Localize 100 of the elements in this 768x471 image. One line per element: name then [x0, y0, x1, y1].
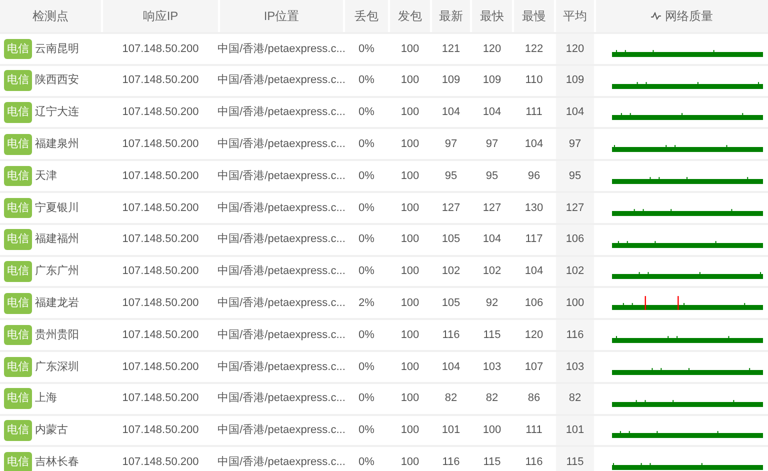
table-cell-text: 127 — [442, 200, 460, 216]
isp-badge: 电信 — [4, 420, 32, 441]
table-cell-text: 82 — [568, 391, 582, 406]
table-cell-text: 104 — [566, 105, 584, 120]
table-cell-text: 103 — [482, 360, 502, 375]
table-cell-text: 82 — [444, 391, 458, 406]
isp-badge: 电信 — [4, 102, 32, 123]
table-cell-text: 中国/香港/petaexpress.c... — [218, 136, 346, 152]
table-cell-text: 107.148.50.200 — [122, 264, 199, 280]
table-cell-text: 100 — [400, 137, 420, 152]
table-cell-text: 中国/香港/petaexpress.c... — [218, 72, 346, 88]
table-cell-text: 100 — [400, 455, 420, 470]
isp-badge: 电信 — [4, 134, 32, 155]
table-cell-text: 0% — [358, 328, 374, 343]
table-cell-text: 104 — [442, 105, 460, 120]
table-cell-text: 104 — [442, 360, 460, 375]
location-text: 福建龙岩 — [35, 296, 79, 312]
table-cell-text: 107.148.50.200 — [122, 232, 199, 248]
isp-badge: 电信 — [4, 38, 32, 60]
table-cell-text: 100 — [400, 73, 420, 88]
table-cell-text: 104 — [482, 232, 502, 248]
table-cell-text: 111 — [526, 105, 542, 120]
location-text: 宁夏银川 — [35, 200, 79, 216]
table-cell-text: 122 — [524, 42, 544, 57]
table-cell-text: 107.148.50.200 — [122, 73, 199, 88]
table-cell-text: 107.148.50.200 — [122, 105, 199, 120]
table-cell-text: 0% — [358, 105, 374, 120]
table-cell-text: 95 — [568, 168, 582, 184]
table-cell-text: 107 — [524, 360, 544, 375]
table-cell-text: 107.148.50.200 — [122, 42, 199, 57]
location-text: 福建泉州 — [35, 137, 79, 152]
table-cell-text: 0% — [358, 264, 374, 280]
table-cell-text: 120 — [524, 328, 544, 343]
table-cell-text: 中国/香港/petaexpress.c... — [218, 422, 346, 438]
isp-badge: 电信 — [4, 388, 32, 409]
table-cell-text: 106 — [566, 232, 584, 248]
table-cell-text: 116 — [442, 455, 460, 470]
isp-badge: 电信 — [4, 356, 32, 378]
table-cell-text: 中国/香港/petaexpress.c... — [218, 296, 346, 312]
table-cell-text: 104 — [524, 264, 544, 280]
table-cell-text: 100 — [400, 42, 420, 57]
table-cell-text: 109 — [566, 73, 584, 88]
table-cell-text: 97 — [568, 137, 582, 152]
table-cell-text: 107.148.50.200 — [122, 137, 199, 152]
table-cell-text: 中国/香港/petaexpress.c... — [218, 104, 346, 120]
header-text: 平均 — [563, 8, 587, 25]
table-cell-text: 100 — [400, 168, 420, 184]
location-text: 福建福州 — [35, 232, 79, 248]
table-cell-text: 105 — [442, 296, 460, 312]
table-cell-text: 0% — [358, 455, 374, 470]
isp-badge: 电信 — [4, 261, 32, 282]
table-cell-text: 104 — [482, 105, 502, 120]
table-cell-text: 107.148.50.200 — [122, 168, 199, 184]
table-cell-text: 中国/香港/petaexpress.c... — [218, 454, 346, 470]
table-cell-text: 86 — [528, 391, 540, 406]
location-text: 贵州贵阳 — [35, 328, 79, 343]
table-cell-text: 102 — [482, 264, 502, 280]
isp-badge: 电信 — [4, 324, 32, 346]
isp-badge: 电信 — [4, 70, 32, 91]
table-cell-text: 102 — [566, 264, 584, 280]
table-cell-text: 95 — [486, 168, 498, 184]
table-cell-text: 100 — [566, 296, 584, 312]
table-cell-text: 中国/香港/petaexpress.c... — [218, 328, 346, 343]
table-cell-text: 115 — [566, 455, 584, 470]
location-text: 广东深圳 — [35, 360, 79, 375]
header-text: 网络质量 — [665, 8, 713, 25]
table-cell-text: 0% — [358, 168, 374, 184]
table-cell-text: 100 — [482, 423, 502, 438]
table-cell-text: 中国/香港/petaexpress.c... — [218, 390, 346, 406]
table-cell-text: 96 — [528, 168, 540, 184]
table-cell-text: 2% — [358, 296, 374, 312]
table-cell-text: 120 — [566, 42, 584, 57]
table-cell-text: 102 — [442, 264, 460, 280]
table-cell-text: 107.148.50.200 — [122, 423, 199, 438]
table-cell-text: 107.148.50.200 — [122, 296, 199, 312]
table-cell-text: 116 — [566, 328, 584, 343]
isp-badge: 电信 — [4, 452, 32, 471]
table-cell-text: 107.148.50.200 — [122, 391, 199, 406]
header-text: 发包 — [398, 8, 422, 25]
header-text: 最新 — [439, 8, 463, 25]
table-cell-text: 100 — [400, 232, 420, 248]
table-cell-text: 中国/香港/petaexpress.c... — [218, 360, 346, 375]
table-cell-text: 0% — [358, 232, 374, 248]
table-cell-text: 101 — [442, 423, 460, 438]
table-cell-text: 120 — [482, 42, 502, 57]
location-text: 陕西西安 — [35, 72, 79, 88]
table-cell-text: 106 — [524, 296, 544, 312]
table-cell-text: 107.148.50.200 — [122, 328, 199, 343]
table-cell-text: 117 — [525, 232, 543, 248]
table-cell-text: 中国/香港/petaexpress.c... — [218, 232, 346, 248]
table-cell-text: 中国/香港/petaexpress.c... — [218, 200, 346, 216]
isp-badge: 电信 — [4, 229, 32, 250]
table-cell-text: 中国/香港/petaexpress.c... — [218, 42, 346, 57]
header-text: 最慢 — [522, 8, 546, 25]
table-cell-text: 97 — [444, 137, 458, 152]
table-cell-text: 0% — [358, 200, 374, 216]
location-text: 吉林长春 — [35, 455, 79, 470]
table-cell-text: 121 — [442, 42, 460, 57]
table-cell-text: 100 — [400, 360, 420, 375]
header-text: IP位置 — [264, 8, 300, 25]
